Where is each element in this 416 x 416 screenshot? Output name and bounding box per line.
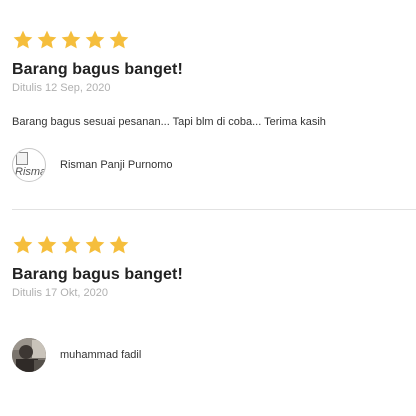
star-icon: [36, 234, 58, 256]
review-title: Barang bagus banget!: [12, 61, 183, 78]
broken-image-icon: [16, 152, 28, 165]
star-icon: [84, 29, 106, 51]
star-icon: [60, 234, 82, 256]
avatar-photo: [12, 338, 46, 372]
review-date: Ditulis 17 Okt, 2020: [12, 287, 108, 299]
review-title: Barang bagus banget!: [12, 266, 183, 283]
star-icon: [108, 29, 130, 51]
review-author: Risman Panji Purnomo Risman Panji Purnom…: [12, 148, 173, 182]
star-rating: [12, 234, 416, 258]
review-author: muhammad fadil: [12, 338, 141, 372]
star-icon: [12, 29, 34, 51]
avatar-alt-text: Risman Panji Purnomo: [15, 166, 46, 178]
author-name: Risman Panji Purnomo: [60, 159, 173, 171]
review-card: Barang bagus banget! Ditulis 17 Okt, 202…: [12, 234, 416, 372]
star-icon: [108, 234, 130, 256]
avatar: Risman Panji Purnomo: [12, 148, 46, 182]
author-name: muhammad fadil: [60, 349, 142, 361]
star-icon: [84, 234, 106, 256]
star-icon: [60, 29, 82, 51]
star-icon: [12, 234, 34, 256]
review-divider: [12, 209, 416, 210]
review-card: Barang bagus banget! Ditulis 12 Sep, 202…: [12, 29, 416, 182]
star-rating: [12, 29, 416, 53]
avatar: [12, 338, 46, 372]
review-date: Ditulis 12 Sep, 2020: [12, 82, 111, 94]
review-body: Barang bagus sesuai pesanan... Tapi blm …: [12, 116, 326, 128]
star-icon: [36, 29, 58, 51]
